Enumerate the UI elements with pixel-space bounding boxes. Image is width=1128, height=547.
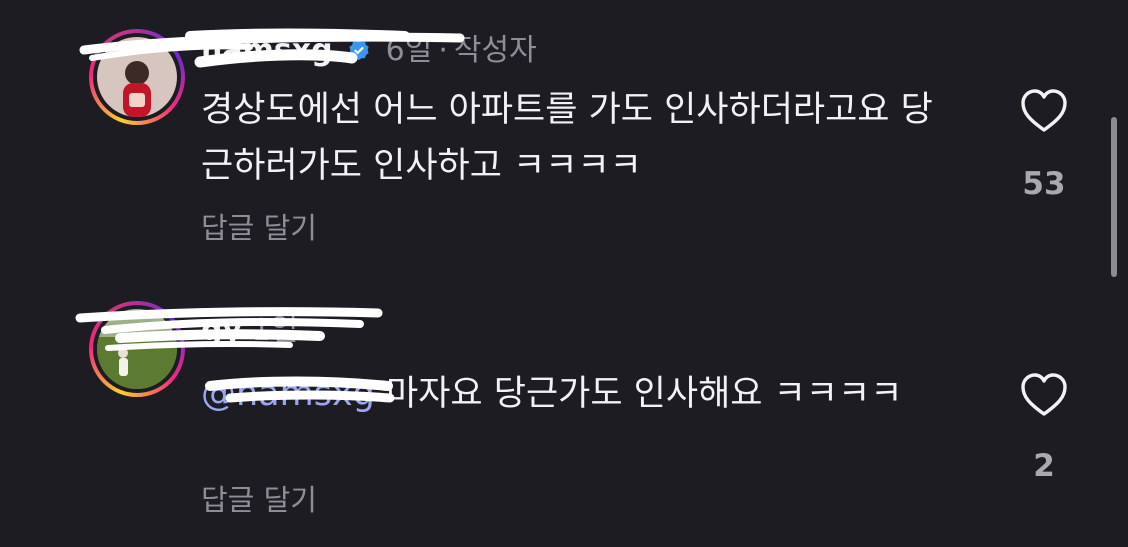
- comments-screen: hamsxg 6일 · 작성자 경상도에선 어느 아파트를 가도 인사하더라고요 당…: [0, 0, 1128, 547]
- comment-text: @hamsxg 마자요 당근가도 인사해요 ㅋㅋㅋㅋ: [201, 366, 961, 422]
- mention-link[interactable]: @hamsxg: [201, 374, 375, 414]
- scrollbar[interactable]: [1111, 117, 1117, 277]
- comment-time: 1일: [251, 313, 299, 348]
- comment-meta: hamsxg 6일 · 작성자: [201, 33, 537, 69]
- separator-dot: ·: [438, 33, 448, 68]
- username[interactable]: hamsxg: [201, 33, 333, 68]
- avatar: [97, 309, 177, 389]
- username[interactable]: gy: [201, 313, 242, 348]
- reply-button[interactable]: 답글 달기: [201, 210, 317, 246]
- heart-outline-icon: [1021, 89, 1067, 132]
- comment-meta: gy 1일: [201, 313, 298, 349]
- like-button[interactable]: [1016, 83, 1072, 139]
- comment-text: 경상도에선 어느 아파트를 가도 인사하더라고요 당근하러가도 인사하고 ㅋㅋㅋ…: [201, 90, 933, 186]
- comment-body: 마자요 당근가도 인사해요 ㅋㅋㅋㅋ: [374, 374, 903, 414]
- like-count: 53: [1022, 166, 1066, 202]
- reply-button[interactable]: 답글 달기: [201, 482, 317, 518]
- avatar: [97, 37, 177, 117]
- verified-badge-icon: [348, 34, 370, 70]
- avatar-story-ring[interactable]: [89, 29, 185, 125]
- comment-item: gy 1일 @hamsxg 마자요 당근가도 인사해요 ㅋㅋㅋㅋ 답글 달기 2: [0, 288, 1128, 547]
- like-button[interactable]: [1016, 367, 1072, 423]
- avatar-story-ring[interactable]: [89, 301, 185, 397]
- comment-item: hamsxg 6일 · 작성자 경상도에선 어느 아파트를 가도 인사하더라고요 당…: [0, 0, 1128, 270]
- like-count: 2: [1033, 448, 1055, 484]
- comment-time: 6일: [385, 33, 433, 68]
- author-label: 작성자: [453, 33, 537, 68]
- heart-outline-icon: [1021, 373, 1067, 416]
